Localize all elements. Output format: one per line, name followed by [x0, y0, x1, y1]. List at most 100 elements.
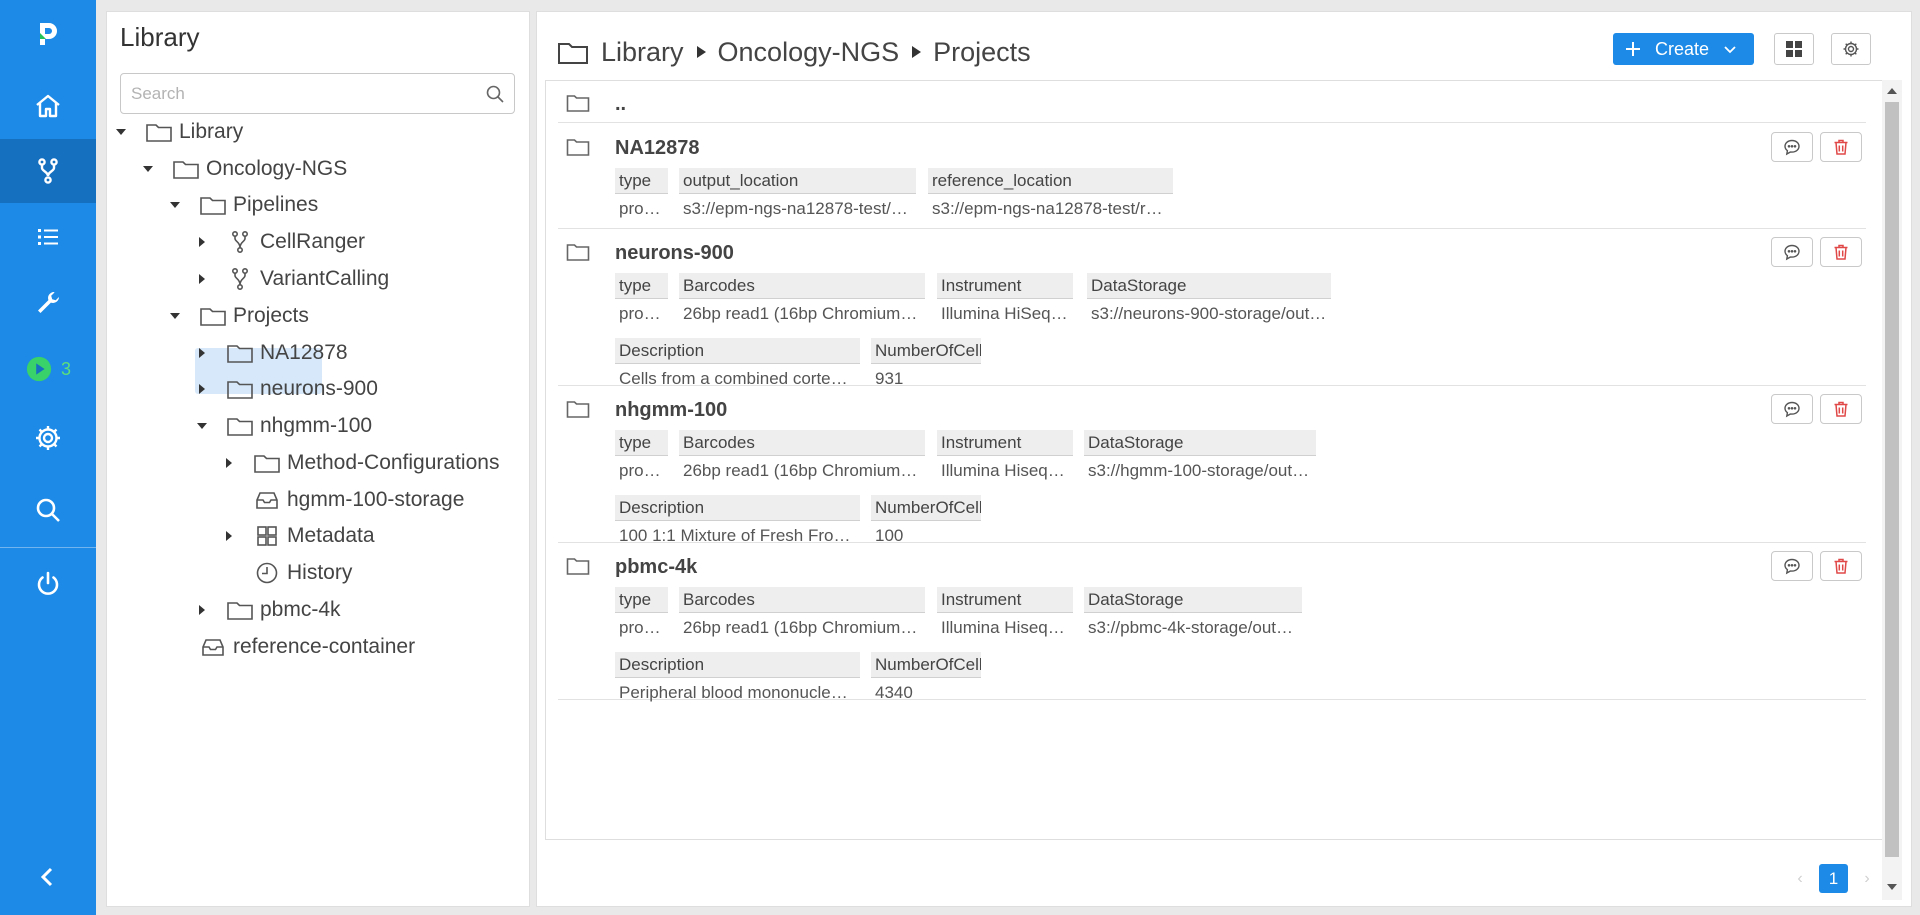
scroll-up-arrow-icon[interactable]: [1886, 85, 1898, 97]
scrollbar-thumb[interactable]: [1885, 102, 1899, 857]
attribute-instrument: Instrument Illumina HiSeq2500: [937, 273, 1073, 325]
attribute-numberofcells: NumberOfCells 931: [871, 338, 981, 390]
attribute-reference-location: reference_location s3://epm-ngs-na12878-t…: [928, 168, 1173, 220]
attribute-description: Description 100 1:1 Mixture of Fresh Froz…: [615, 495, 860, 547]
tree-node-label: Method-Configurations: [287, 451, 500, 474]
tree-node-history[interactable]: History: [223, 553, 352, 593]
project-row[interactable]: nhgmm-100 type project Barcodes 26bp read1 (…: [558, 386, 1866, 545]
tree-search[interactable]: [120, 73, 515, 114]
wrench-icon[interactable]: [0, 271, 96, 335]
breadcrumb-item[interactable]: Library: [601, 37, 684, 68]
tree-node-method-configurations[interactable]: Method-Configurations: [223, 443, 499, 483]
caret-right-icon[interactable]: [196, 347, 208, 359]
attribute-key: Instrument: [937, 430, 1073, 456]
grid-icon: [1786, 41, 1802, 57]
grid-view-button[interactable]: [1774, 33, 1814, 65]
attribute-value: 26bp read1 (16bp Chromium bar…: [683, 304, 925, 323]
attribute-value: s3://pbmc-4k-storage/output: [1088, 618, 1300, 637]
attribute-key: Description: [615, 338, 860, 364]
caret-down-icon[interactable]: [196, 420, 208, 432]
attribute-description: Description Peripheral blood mononuclear …: [615, 652, 860, 704]
caret-right-icon[interactable]: [196, 383, 208, 395]
delete-button[interactable]: [1820, 237, 1862, 267]
create-button[interactable]: Create: [1613, 33, 1754, 65]
attribute-type: type project: [615, 587, 668, 639]
delete-button[interactable]: [1820, 551, 1862, 581]
caret-down-icon[interactable]: [169, 310, 181, 322]
project-row[interactable]: neurons-900 type project Barcodes 26bp read1…: [558, 229, 1866, 388]
caret-down-icon[interactable]: [169, 199, 181, 211]
attribute-numberofcells: NumberOfCells 4340: [871, 652, 981, 704]
attribute-type: type project: [615, 430, 668, 482]
chevron-left-icon[interactable]: [0, 845, 96, 909]
delete-button[interactable]: [1820, 394, 1862, 424]
attribute-value: 4340: [875, 683, 913, 702]
tree-node-na12878[interactable]: NA12878: [196, 333, 348, 373]
caret-right-icon[interactable]: [196, 236, 208, 248]
breadcrumb-item[interactable]: Projects: [933, 37, 1031, 68]
project-name[interactable]: nhgmm-100: [615, 399, 727, 422]
tree-node-label: nhgmm-100: [260, 414, 373, 437]
power-icon[interactable]: [0, 552, 96, 616]
caret-right-icon[interactable]: [223, 530, 235, 542]
comment-button[interactable]: [1771, 551, 1813, 581]
fork-icon: [226, 230, 254, 254]
tree-node-label: reference-container: [233, 635, 416, 658]
active-runs[interactable]: 3: [0, 337, 96, 401]
comment-button[interactable]: [1771, 132, 1813, 162]
project-name[interactable]: NA12878: [615, 137, 700, 160]
caret-right-icon[interactable]: [196, 273, 208, 285]
attribute-key: Barcodes: [679, 430, 925, 456]
caret-right-icon[interactable]: [223, 457, 235, 469]
trash-icon: [1834, 139, 1848, 155]
attribute-value: Illumina Hiseq4000: [941, 618, 1073, 637]
project-row[interactable]: NA12878 type project output_location s3://ep…: [558, 124, 1866, 229]
tree-node-neurons-900[interactable]: neurons-900: [196, 369, 378, 409]
home-icon[interactable]: [0, 74, 96, 138]
gear-icon[interactable]: [0, 406, 96, 470]
tree-node-pbmc-4k[interactable]: pbmc-4k: [196, 590, 341, 630]
project-name[interactable]: pbmc-4k: [615, 556, 697, 579]
attribute-datastorage: DataStorage s3://pbmc-4k-storage/output: [1084, 587, 1302, 639]
tree-node-variantcalling[interactable]: VariantCalling: [196, 259, 389, 299]
breadcrumb-item[interactable]: Oncology-NGS: [718, 37, 900, 68]
project-name[interactable]: neurons-900: [615, 242, 734, 265]
next-page-button[interactable]: ›: [1858, 870, 1876, 888]
attribute-key: Barcodes: [679, 273, 925, 299]
comment-button[interactable]: [1771, 394, 1813, 424]
comment-icon: [1784, 401, 1800, 418]
caret-down-icon[interactable]: [142, 163, 154, 175]
tree-node-oncology-ngs[interactable]: Oncology-NGS: [142, 149, 347, 189]
tree-node-projects[interactable]: Projects: [169, 296, 309, 336]
tree-node-reference-container[interactable]: reference-container: [169, 627, 415, 667]
parent-folder-row[interactable]: ..: [558, 85, 1866, 123]
tree-node-library[interactable]: Library: [115, 112, 243, 152]
page-number[interactable]: 1: [1819, 864, 1848, 893]
settings-button[interactable]: [1831, 33, 1871, 65]
caret-right-icon[interactable]: [196, 604, 208, 616]
folder-icon: [226, 341, 254, 365]
list-icon[interactable]: [0, 205, 96, 269]
caret-down-icon[interactable]: [115, 126, 127, 138]
delete-button[interactable]: [1820, 132, 1862, 162]
tree-node-label: Library: [179, 120, 244, 143]
fork-icon[interactable]: [0, 139, 96, 203]
search-icon[interactable]: [485, 84, 505, 104]
tree-node-pipelines[interactable]: Pipelines: [169, 185, 318, 225]
comment-button[interactable]: [1771, 237, 1813, 267]
search-icon[interactable]: [0, 478, 96, 542]
logo-icon[interactable]: [0, 2, 96, 66]
tree-node-metadata[interactable]: Metadata: [223, 516, 375, 556]
tree-node-cellranger[interactable]: CellRanger: [196, 222, 365, 262]
attribute-value: 26bp read1 (16bp Chromium bar…: [683, 618, 925, 637]
project-row[interactable]: pbmc-4k type project Barcodes 26bp read1 (16…: [558, 543, 1866, 702]
tree-node-hgmm-100-storage[interactable]: hgmm-100-storage: [223, 480, 464, 520]
attribute-barcodes: Barcodes 26bp read1 (16bp Chromium bar…: [679, 430, 925, 482]
prev-page-button[interactable]: ‹: [1791, 870, 1809, 888]
folder-icon: [199, 304, 227, 328]
scroll-down-arrow-icon[interactable]: [1886, 881, 1898, 893]
vertical-scrollbar[interactable]: [1882, 80, 1902, 900]
tree-node-nhgmm-100[interactable]: nhgmm-100: [196, 406, 372, 446]
tree-node-label: History: [287, 561, 353, 584]
tree-search-input[interactable]: [131, 74, 471, 113]
